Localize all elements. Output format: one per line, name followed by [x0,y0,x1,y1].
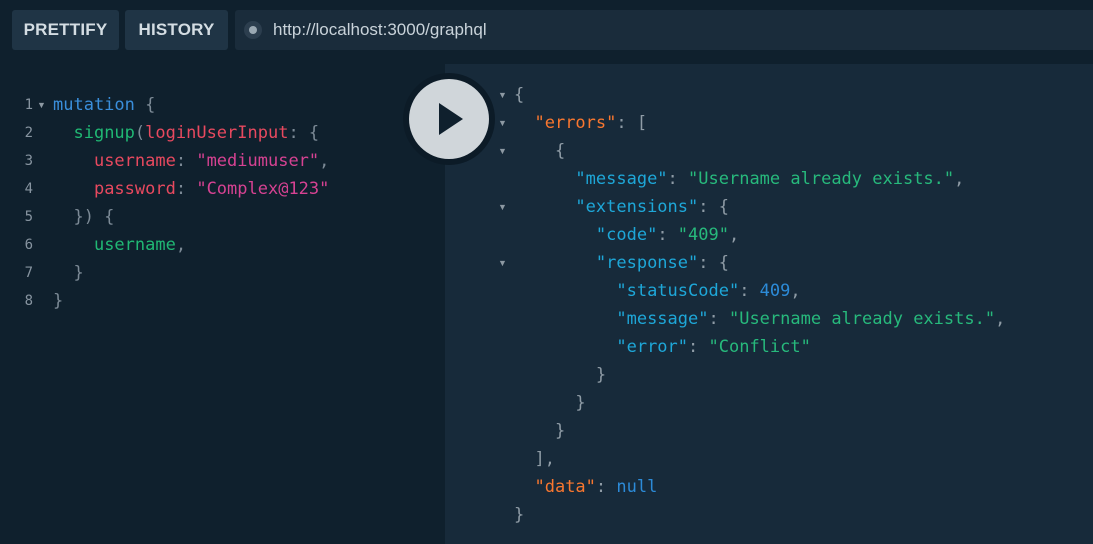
argument-name: loginUserInput [145,123,289,143]
data-key: "data" [534,477,596,497]
prettify-button[interactable]: PRETTIFY [12,10,119,50]
json-line-7: "response": { [595,253,729,273]
selection-field: username [93,235,176,255]
json-line-5: "extensions": { [575,197,729,217]
fold-arrow-icon[interactable]: ▼ [498,249,507,277]
line-number: 3 [24,153,33,169]
fold-arrow-icon[interactable]: ▼ [498,137,507,165]
response-key: "response" [595,253,699,273]
data-value: null [616,477,658,497]
endpoint-url-input[interactable]: http://localhost:3000/graphql [235,10,1093,50]
extensions-key: "extensions" [575,197,699,217]
json-line-2: "errors": [ [534,113,648,133]
code-line-1: mutation { [53,95,156,115]
execute-query-button[interactable] [409,79,489,159]
message-value: "Username already exists." [688,169,955,189]
response-message-value: "Username already exists." [728,309,996,329]
json-line-4: "message": "Username already exists.", [575,169,965,189]
json-line-3: { [514,141,566,161]
code-line-4: password: "Complex@123" [93,179,330,199]
status-code-key: "statusCode" [616,281,740,301]
result-viewer: ▼ ▼ ▼ ▼ ▼ { "errors": [ { "message": "Us… [445,64,1093,544]
error-value: "Conflict" [708,337,811,357]
json-line-9: "message": "Username already exists.", [616,309,1006,329]
password-value: "Complex@123" [196,179,330,199]
username-value: "mediumuser" [196,151,320,171]
line-number: 4 [24,181,33,197]
json-line-1: { [514,85,525,105]
mutation-field: signup [73,123,135,143]
code-line-3: username: "mediumuser", [93,151,330,171]
fold-arrow-icon[interactable]: ▼ [37,91,46,119]
fold-arrow-icon[interactable]: ▼ [498,193,507,221]
json-line-13: } [514,421,566,441]
json-line-6: "code": "409", [595,225,740,245]
code-key: "code" [595,225,658,245]
json-line-12: } [514,393,586,413]
line-number: 5 [24,209,33,225]
code-line-8: } [53,291,64,311]
fold-arrow-icon[interactable]: ▼ [498,81,507,109]
error-key: "error" [616,337,689,357]
json-line-15: "data": null [534,477,658,497]
fold-arrow-icon[interactable]: ▼ [498,109,507,137]
code-line-2: signup(loginUserInput: { [73,123,320,143]
json-line-8: "statusCode": 409, [616,281,801,301]
line-number: 2 [24,125,33,141]
history-button[interactable]: HISTORY [125,10,228,50]
errors-key: "errors" [534,113,617,133]
message-key: "message" [575,169,668,189]
username-key: username [93,151,176,171]
json-line-11: } [514,365,607,385]
mutation-keyword: mutation [53,95,135,115]
toolbar: PRETTIFY HISTORY http://localhost:3000/g… [0,0,1093,64]
line-number: 1 [24,97,33,113]
code-line-7: } [53,263,84,283]
password-key: password [93,179,176,199]
line-number: 7 [24,265,33,281]
json-line-10: "error": "Conflict" [616,337,811,357]
json-line-16: } [514,505,525,525]
query-editor[interactable]: 1 2 3 4 5 6 7 8 ▼ mutation { signup(logi… [0,64,445,544]
code-value: "409" [677,225,729,245]
play-icon [439,103,463,135]
code-line-5: }) { [53,207,115,227]
line-number: 6 [24,237,33,253]
status-code-value: 409 [759,281,791,301]
response-message-key: "message" [616,309,709,329]
json-line-14: ], [514,449,555,469]
endpoint-url-text: http://localhost:3000/graphql [273,20,487,39]
line-number: 8 [24,293,33,309]
code-line-6: username, [93,235,187,255]
status-dot-icon [244,21,262,39]
